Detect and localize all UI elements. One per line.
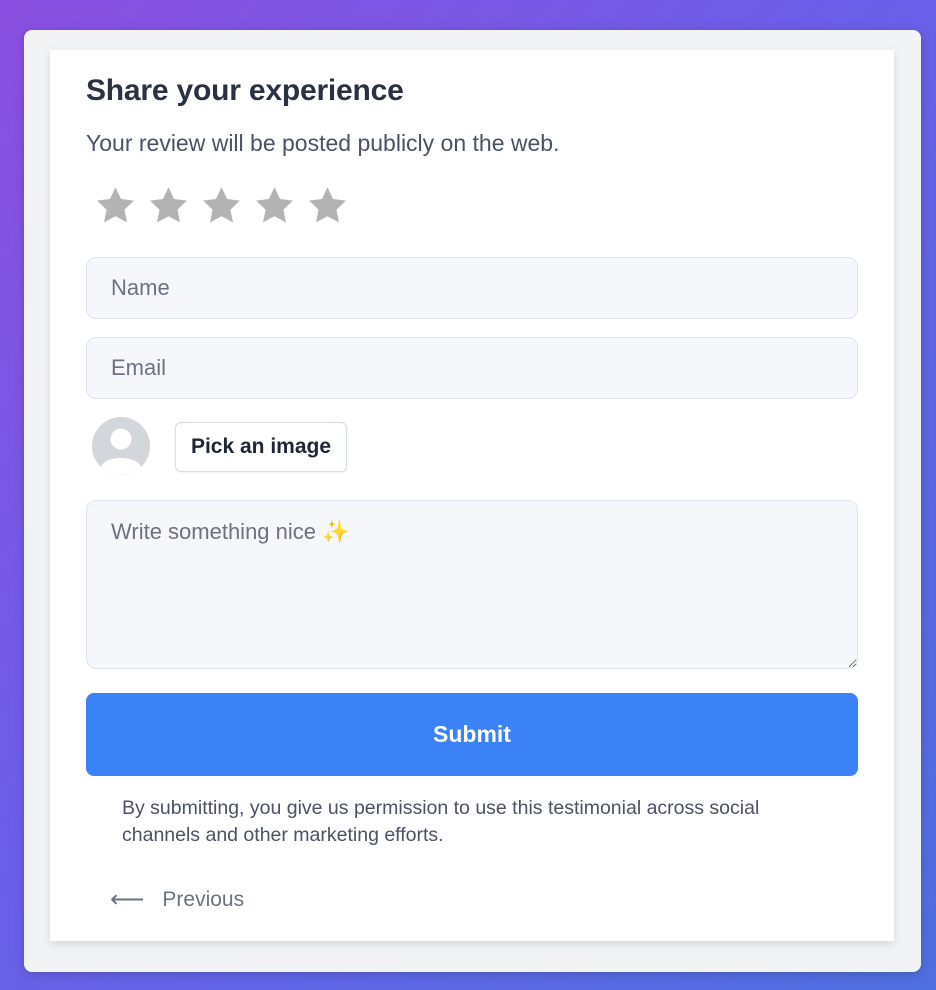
name-input[interactable] xyxy=(86,257,858,319)
form-title: Share your experience xyxy=(86,74,404,107)
message-textarea[interactable] xyxy=(86,500,858,669)
star-1-icon[interactable] xyxy=(94,184,137,227)
star-4-icon[interactable] xyxy=(253,184,296,227)
form-subtitle: Your review will be posted publicly on t… xyxy=(86,130,560,156)
star-2-icon[interactable] xyxy=(147,184,190,227)
arrow-left-icon: ⟵ xyxy=(110,886,145,913)
star-3-icon[interactable] xyxy=(200,184,243,227)
user-avatar-placeholder-icon xyxy=(92,417,150,475)
page-frame: Share your experience Your review will b… xyxy=(24,30,921,972)
star-5-icon[interactable] xyxy=(306,184,349,227)
pick-image-button[interactable]: Pick an image xyxy=(175,422,347,472)
star-rating xyxy=(94,184,349,227)
review-card: Share your experience Your review will b… xyxy=(50,50,894,941)
previous-label: Previous xyxy=(162,888,245,911)
email-input[interactable] xyxy=(86,337,858,399)
disclaimer-text: By submitting, you give us permission to… xyxy=(122,797,760,846)
submit-button[interactable]: Submit xyxy=(86,693,858,776)
previous-link[interactable]: ⟵ Previous xyxy=(110,888,244,912)
